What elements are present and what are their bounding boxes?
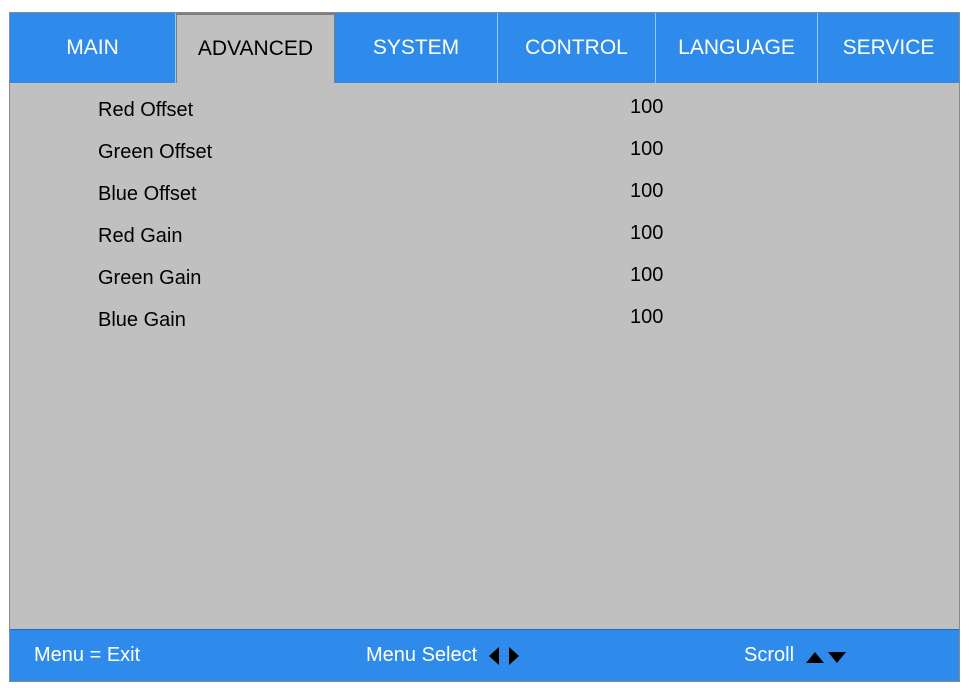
menu-select-hint: Menu Select [366,630,520,681]
menu-item-value: 100 [630,96,664,118]
exit-hint-label: Menu = Exit [34,644,141,666]
menu-item-label: Red Offset [98,99,194,121]
menu-item-red-gain[interactable]: Red Gain 100 [10,217,959,257]
menu-item-value: 100 [630,264,664,286]
up-down-arrows-icon [806,649,847,663]
menu-item-label: Blue Gain [98,309,186,331]
menu-item-blue-gain[interactable]: Blue Gain 100 [10,301,959,341]
menu-item-value: 100 [630,222,664,244]
left-right-arrows-icon [489,646,520,665]
tab-main-label: MAIN [66,36,119,59]
tab-system[interactable]: SYSTEM [335,13,498,83]
menu-item-red-offset[interactable]: Red Offset 100 [10,91,959,131]
tab-advanced-label: ADVANCED [197,37,314,60]
menu-item-label: Red Gain [98,225,183,247]
exit-hint: Menu = Exit [34,630,140,681]
menu-item-label: Green Gain [98,267,202,289]
menu-item-green-offset[interactable]: Green Offset 100 [10,133,959,173]
scroll-hint: Scroll [744,630,847,681]
tab-system-label: SYSTEM [372,36,460,59]
menu-item-value: 100 [630,180,664,202]
menu-select-hint-label: Menu Select [366,644,478,666]
tab-service-label: SERVICE [842,36,935,59]
footer-hint-bar: Menu = Exit Menu Select Scroll [10,629,959,681]
tab-language[interactable]: LANGUAGE [656,13,818,83]
tab-bar: MAIN ADVANCED SYSTEM CONTROL LANGUAGE SE… [10,13,959,83]
tab-main[interactable]: MAIN [10,13,176,83]
tab-control[interactable]: CONTROL [498,13,656,83]
osd-menu-panel: MAIN ADVANCED SYSTEM CONTROL LANGUAGE SE… [9,12,960,682]
menu-item-label: Green Offset [98,141,213,163]
menu-item-green-gain[interactable]: Green Gain 100 [10,259,959,299]
menu-item-value: 100 [630,306,664,328]
scroll-hint-label: Scroll [744,644,795,666]
tab-control-label: CONTROL [525,36,628,59]
menu-item-blue-offset[interactable]: Blue Offset 100 [10,175,959,215]
tab-service[interactable]: SERVICE [818,13,959,83]
menu-item-label: Blue Offset [98,183,197,205]
tab-language-label: LANGUAGE [678,36,795,59]
menu-item-value: 100 [630,138,664,160]
tab-advanced[interactable]: ADVANCED [176,13,335,83]
